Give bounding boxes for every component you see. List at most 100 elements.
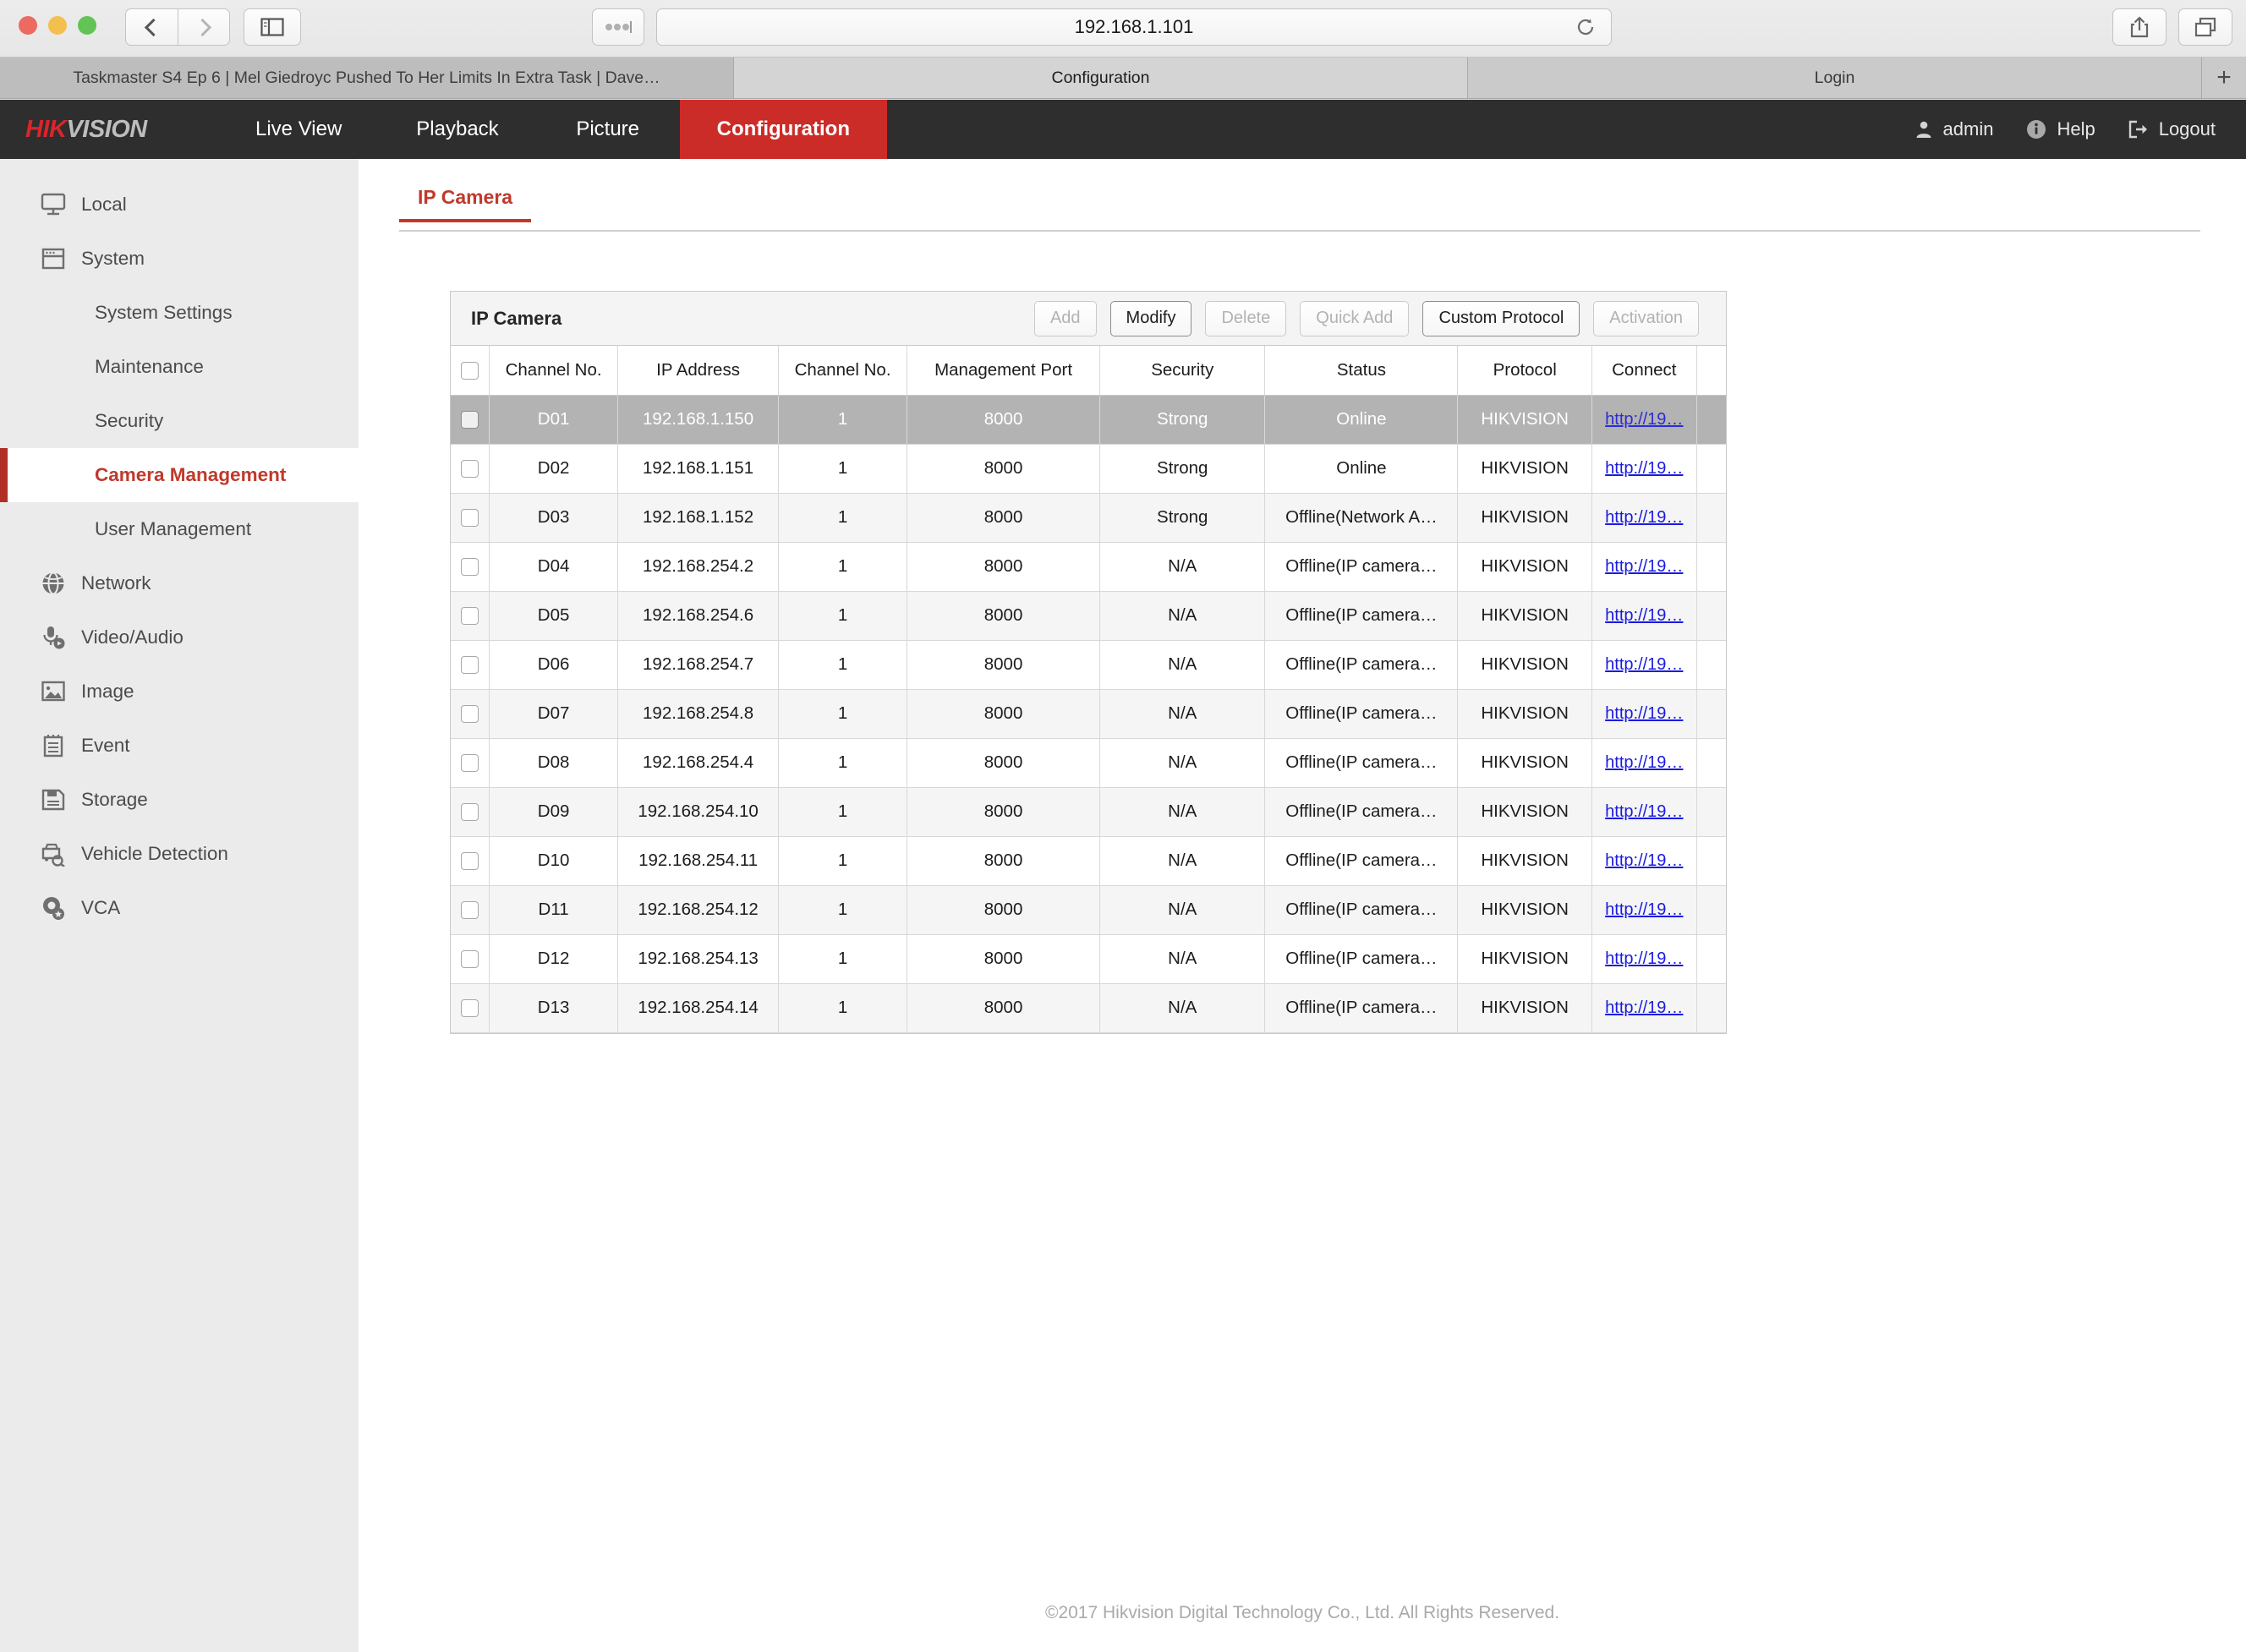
reload-icon[interactable] — [1575, 17, 1596, 37]
connect-link[interactable]: http://19… — [1605, 900, 1683, 919]
share-button[interactable] — [2112, 8, 2167, 46]
cell-connect[interactable]: http://19… — [1591, 934, 1697, 984]
row-checkbox[interactable] — [461, 607, 479, 626]
minimize-window-button[interactable] — [48, 16, 67, 35]
column-header-status[interactable]: Status — [1264, 346, 1459, 396]
row-select-cell[interactable] — [451, 542, 490, 592]
row-select-cell[interactable] — [451, 934, 490, 984]
table-row[interactable]: D11 192.168.254.12 1 8000 N/A Offline(IP came… — [451, 885, 1726, 935]
cell-connect[interactable]: http://19… — [1591, 787, 1697, 837]
connect-link[interactable]: http://19… — [1605, 410, 1683, 429]
connect-link[interactable]: http://19… — [1605, 949, 1683, 968]
cell-connect[interactable]: http://19… — [1591, 689, 1697, 739]
connect-link[interactable]: http://19… — [1605, 655, 1683, 674]
cell-connect[interactable]: http://19… — [1591, 395, 1697, 445]
sidebar-item-system-settings[interactable]: System Settings — [0, 286, 359, 340]
column-header-connect[interactable]: Connect — [1591, 346, 1697, 396]
sidebar-item-vehicle-detection[interactable]: Vehicle Detection — [0, 827, 359, 881]
sidebar-item-image[interactable]: Image — [0, 665, 359, 719]
sidebar-item-local[interactable]: Local — [0, 178, 359, 232]
connect-link[interactable]: http://19… — [1605, 508, 1683, 527]
sidebar-item-security[interactable]: Security — [0, 394, 359, 448]
table-row[interactable]: D10 192.168.254.11 1 8000 N/A Offline(IP came… — [451, 836, 1726, 886]
row-select-cell[interactable] — [451, 836, 490, 886]
activation-button[interactable]: Activation — [1593, 300, 1699, 336]
table-row[interactable]: D02 192.168.1.151 1 8000 Strong Online HIKVISI… — [451, 444, 1726, 494]
row-select-cell[interactable] — [451, 885, 490, 935]
browser-tab-taskmaster[interactable]: Taskmaster S4 Ep 6 | Mel Giedroyc Pushed… — [0, 57, 734, 98]
cell-connect[interactable]: http://19… — [1591, 591, 1697, 641]
sidebar-item-event[interactable]: Event — [0, 719, 359, 773]
custom-protocol-button[interactable]: Custom Protocol — [1422, 300, 1580, 336]
back-button[interactable] — [125, 8, 178, 46]
column-header-channel-no-2[interactable]: Channel No. — [778, 346, 908, 396]
row-checkbox[interactable] — [461, 411, 479, 429]
table-row[interactable]: D12 192.168.254.13 1 8000 N/A Offline(IP came… — [451, 934, 1726, 984]
row-select-cell[interactable] — [451, 395, 490, 445]
cell-connect[interactable]: http://19… — [1591, 885, 1697, 935]
row-select-cell[interactable] — [451, 983, 490, 1033]
row-checkbox[interactable] — [461, 950, 479, 969]
connect-link[interactable]: http://19… — [1605, 704, 1683, 723]
delete-button[interactable]: Delete — [1205, 300, 1287, 336]
row-checkbox[interactable] — [461, 460, 479, 479]
row-checkbox[interactable] — [461, 705, 479, 724]
table-row[interactable]: D01 192.168.1.150 1 8000 Strong Online HIKVISI… — [451, 395, 1726, 445]
nav-picture[interactable]: Picture — [536, 100, 680, 159]
connect-link[interactable]: http://19… — [1605, 557, 1683, 576]
sidebar-item-camera-management[interactable]: Camera Management — [0, 448, 359, 502]
cell-connect[interactable]: http://19… — [1591, 542, 1697, 592]
row-select-cell[interactable] — [451, 591, 490, 641]
cell-connect[interactable]: http://19… — [1591, 738, 1697, 788]
browser-tab-login[interactable]: Login — [1468, 57, 2202, 98]
column-header-management-port[interactable]: Management Port — [907, 346, 1101, 396]
row-select-cell[interactable] — [451, 493, 490, 543]
row-select-cell[interactable] — [451, 640, 490, 690]
connect-link[interactable]: http://19… — [1605, 998, 1683, 1017]
row-checkbox[interactable] — [461, 803, 479, 822]
close-window-button[interactable] — [19, 16, 37, 35]
connect-link[interactable]: http://19… — [1605, 606, 1683, 625]
sidebar-item-user-management[interactable]: User Management — [0, 502, 359, 556]
sidebar-item-vca[interactable]: VCA — [0, 881, 359, 935]
show-all-tabs-button[interactable] — [2178, 8, 2232, 46]
table-row[interactable]: D08 192.168.254.4 1 8000 N/A Offline(IP camer… — [451, 738, 1726, 788]
row-checkbox[interactable] — [461, 656, 479, 675]
column-header-protocol[interactable]: Protocol — [1457, 346, 1592, 396]
sidebar-toggle-button[interactable] — [244, 8, 301, 46]
select-all-checkbox[interactable] — [461, 361, 479, 380]
quick-add-button[interactable]: Quick Add — [1300, 300, 1410, 336]
maximize-window-button[interactable] — [78, 16, 96, 35]
table-row[interactable]: D05 192.168.254.6 1 8000 N/A Offline(IP camer… — [451, 591, 1726, 641]
browser-tab-configuration[interactable]: Configuration — [734, 57, 1468, 98]
address-bar[interactable]: 192.168.1.101 — [656, 8, 1612, 46]
row-select-cell[interactable] — [451, 738, 490, 788]
column-header-security[interactable]: Security — [1099, 346, 1266, 396]
nav-playback[interactable]: Playback — [379, 100, 535, 159]
tab-ip-camera[interactable]: IP Camera — [399, 183, 532, 222]
sidebar-item-video-audio[interactable]: Video/Audio — [0, 610, 359, 665]
connect-link[interactable]: http://19… — [1605, 802, 1683, 821]
table-row[interactable]: D09 192.168.254.10 1 8000 N/A Offline(IP came… — [451, 787, 1726, 837]
help-button[interactable]: Help — [2025, 118, 2095, 140]
column-header-ip-address[interactable]: IP Address — [617, 346, 780, 396]
forward-button[interactable] — [178, 8, 230, 46]
sidebar-item-storage[interactable]: Storage — [0, 773, 359, 827]
add-button[interactable]: Add — [1033, 300, 1097, 336]
nav-configuration[interactable]: Configuration — [679, 100, 887, 159]
modify-button[interactable]: Modify — [1109, 300, 1192, 336]
row-checkbox[interactable] — [461, 999, 479, 1018]
row-checkbox[interactable] — [461, 754, 479, 773]
table-row[interactable]: D04 192.168.254.2 1 8000 N/A Offline(IP camer… — [451, 542, 1726, 592]
cell-connect[interactable]: http://19… — [1591, 444, 1697, 494]
sidebar-item-network[interactable]: Network — [0, 556, 359, 610]
row-checkbox[interactable] — [461, 509, 479, 528]
cell-connect[interactable]: http://19… — [1591, 836, 1697, 886]
row-checkbox[interactable] — [461, 558, 479, 577]
logout-button[interactable]: Logout — [2128, 118, 2216, 140]
user-account-button[interactable]: admin — [1914, 118, 1993, 140]
row-select-cell[interactable] — [451, 787, 490, 837]
new-tab-button[interactable]: + — [2202, 57, 2246, 98]
sidebar-item-system[interactable]: System — [0, 232, 359, 286]
column-header-channel-no[interactable]: Channel No. — [489, 346, 619, 396]
